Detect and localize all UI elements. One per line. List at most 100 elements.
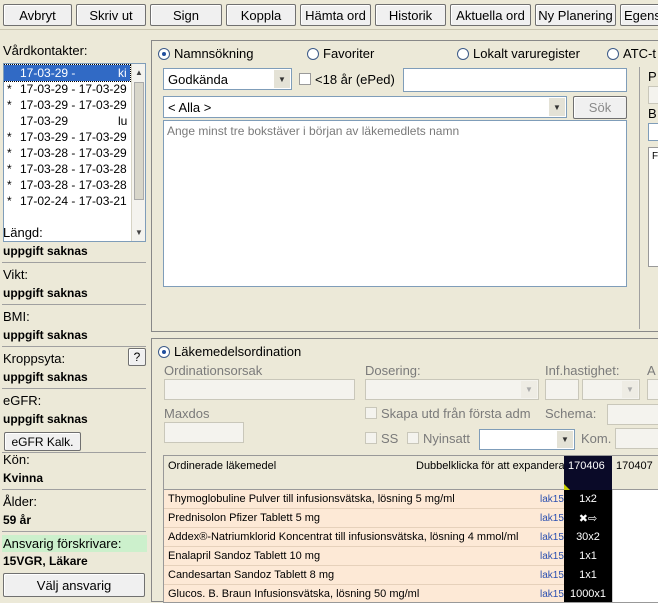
visit-item[interactable]: *17-03-29 - 17-03-29 xyxy=(4,129,130,145)
table-row[interactable]: Enalapril Sandoz Tablett 10 mglak151x1 xyxy=(164,547,658,566)
radio-order[interactable] xyxy=(158,346,170,358)
history-button[interactable]: Historik xyxy=(375,4,446,26)
chevron-down-icon[interactable]: ▼ xyxy=(521,381,537,398)
radio-atc[interactable] xyxy=(607,48,619,60)
schedule-input[interactable] xyxy=(607,404,658,425)
right-a-field[interactable] xyxy=(647,379,658,400)
fetch-order-button[interactable]: Hämta ord xyxy=(300,4,371,26)
next-day-cell[interactable] xyxy=(612,528,658,547)
gender-label: Kön: xyxy=(3,452,30,467)
maxdose-label: Maxdos xyxy=(164,406,210,421)
visit-item[interactable]: 17-03-29 -ki xyxy=(4,65,130,81)
dose-cell[interactable]: 1x1 xyxy=(564,566,612,585)
radio-local-register[interactable] xyxy=(457,48,469,60)
connect-button[interactable]: Koppla xyxy=(226,4,296,26)
visit-marker: * xyxy=(7,178,17,192)
visit-unit: ki xyxy=(118,66,127,80)
search-button[interactable]: Sök xyxy=(573,96,627,119)
scroll-up-icon[interactable]: ▲ xyxy=(133,65,145,79)
new-inserted-checkbox[interactable] xyxy=(407,432,419,444)
table-row[interactable]: Thymoglobuline Pulver till infusionsväts… xyxy=(164,490,658,509)
next-day-cell[interactable] xyxy=(612,585,658,603)
cancel-button[interactable]: Avbryt xyxy=(3,4,72,26)
medication-name: Addex®-Natriumklorid Koncentrat till inf… xyxy=(168,531,518,543)
sign-button[interactable]: Sign xyxy=(150,4,222,26)
visit-item[interactable]: *17-02-24 - 17-03-21 xyxy=(4,193,130,209)
approval-filter-select[interactable]: Godkända ▼ xyxy=(163,68,292,90)
reason-input[interactable] xyxy=(164,379,355,400)
chevron-down-icon[interactable]: ▼ xyxy=(549,98,565,116)
medication-name: Thymoglobuline Pulver till infusionsväts… xyxy=(168,493,455,505)
dosage-select[interactable]: ▼ xyxy=(365,379,539,400)
table-header: Ordinerade läkemedel Dubbelklicka för at… xyxy=(164,456,658,490)
table-row[interactable]: Glucos. B. Braun Infusionsvätska, lösnin… xyxy=(164,585,658,603)
category-select[interactable]: < Alla > ▼ xyxy=(163,96,567,118)
age-label: Ålder: xyxy=(3,494,37,509)
visit-dates: 17-03-29 - 17-03-29 xyxy=(20,82,127,96)
dose-cell[interactable]: 30x2 xyxy=(564,528,612,547)
dose-cell[interactable]: 1x1 xyxy=(564,547,612,566)
medication-name: Enalapril Sandoz Tablett 10 mg xyxy=(168,550,320,562)
visit-unit: lu xyxy=(118,114,127,128)
visit-item[interactable]: *17-03-29 - 17-03-29 xyxy=(4,97,130,113)
next-day-cell[interactable] xyxy=(612,547,658,566)
print-button[interactable]: Skriv ut xyxy=(76,4,146,26)
visit-item[interactable]: 17-03-29lu xyxy=(4,113,130,129)
scroll-thumb[interactable] xyxy=(134,82,144,200)
search-results-list[interactable]: Ange minst tre bokstäver i början av läk… xyxy=(163,120,627,287)
under18-checkbox[interactable] xyxy=(299,73,311,85)
current-orders-button[interactable]: Aktuella ord xyxy=(450,4,531,26)
chevron-down-icon[interactable]: ▼ xyxy=(274,70,290,88)
comment-input[interactable] xyxy=(615,428,658,449)
local-register-label: Lokalt varuregister xyxy=(473,46,580,61)
date-column-2[interactable]: 170407 xyxy=(612,456,658,490)
visit-item[interactable]: *17-03-29 - 17-03-29 xyxy=(4,81,130,97)
next-day-cell[interactable] xyxy=(612,509,658,528)
inf-unit-select[interactable]: ▼ xyxy=(582,379,640,400)
right-grid[interactable]: F xyxy=(648,147,658,267)
choose-responsible-button[interactable]: Välj ansvarig xyxy=(3,573,145,597)
visit-dates: 17-03-28 - 17-03-28 xyxy=(20,178,127,192)
dose-cell[interactable]: ✖⇨ xyxy=(564,509,612,528)
dose-cell[interactable]: 1x2 xyxy=(564,490,612,509)
maxdose-input[interactable] xyxy=(164,422,244,443)
new-planning-button[interactable]: Ny Planering xyxy=(535,4,616,26)
bmi-label: BMI: xyxy=(3,309,30,324)
visit-item[interactable]: *17-03-28 - 17-03-29 xyxy=(4,145,130,161)
ordered-meds-header: Ordinerade läkemedel xyxy=(168,460,276,472)
category-value: < Alla > xyxy=(168,100,211,115)
med-rows: Thymoglobuline Pulver till infusionsväts… xyxy=(164,490,658,603)
search-input[interactable] xyxy=(403,68,627,92)
nyinsatt-select[interactable]: ▼ xyxy=(479,429,575,450)
chevron-down-icon[interactable]: ▼ xyxy=(557,431,573,448)
egfr-calc-button[interactable]: eGFR Kalk. xyxy=(4,432,81,451)
next-day-cell[interactable] xyxy=(612,566,658,585)
visits-scrollbar[interactable]: ▲ ▼ xyxy=(131,64,146,241)
medication-name: Prednisolon Pfizer Tablett 5 mg xyxy=(168,512,320,524)
table-row[interactable]: Prednisolon Pfizer Tablett 5 mglak15✖⇨ xyxy=(164,509,658,528)
right-field-2[interactable] xyxy=(648,123,658,141)
chevron-down-icon[interactable]: ▼ xyxy=(622,381,638,398)
help-button[interactable]: ? xyxy=(128,348,146,366)
scroll-down-icon[interactable]: ▼ xyxy=(133,225,145,239)
date-column-1[interactable]: 170406 xyxy=(564,456,612,490)
radio-favorites[interactable] xyxy=(307,48,319,60)
date-1-label: 170406 xyxy=(568,460,605,472)
comment-label: Kom. xyxy=(581,431,611,446)
visit-item[interactable]: *17-03-28 - 17-03-28 xyxy=(4,177,130,193)
next-day-cell[interactable] xyxy=(612,490,658,509)
own-button[interactable]: Egens xyxy=(620,4,658,26)
dose-cell[interactable]: 1000x1 xyxy=(564,585,612,603)
table-row[interactable]: Candesartan Sandoz Tablett 8 mglak151x1 xyxy=(164,566,658,585)
search-hint: Ange minst tre bokstäver i början av läk… xyxy=(167,124,459,138)
visits-list[interactable]: 17-03-29 -ki*17-03-29 - 17-03-29*17-03-2… xyxy=(3,63,146,242)
right-field-1[interactable] xyxy=(648,86,658,104)
table-row[interactable]: Addex®-Natriumklorid Koncentrat till inf… xyxy=(164,528,658,547)
ss-checkbox[interactable] xyxy=(365,432,377,444)
create-admin-checkbox[interactable] xyxy=(365,407,377,419)
new-inserted-label: Nyinsatt xyxy=(423,431,470,446)
inf-rate-input[interactable] xyxy=(545,379,579,400)
radio-name-search[interactable] xyxy=(158,48,170,60)
order-table[interactable]: Ordinerade läkemedel Dubbelklicka för at… xyxy=(163,455,658,603)
visit-item[interactable]: *17-03-28 - 17-03-28 xyxy=(4,161,130,177)
